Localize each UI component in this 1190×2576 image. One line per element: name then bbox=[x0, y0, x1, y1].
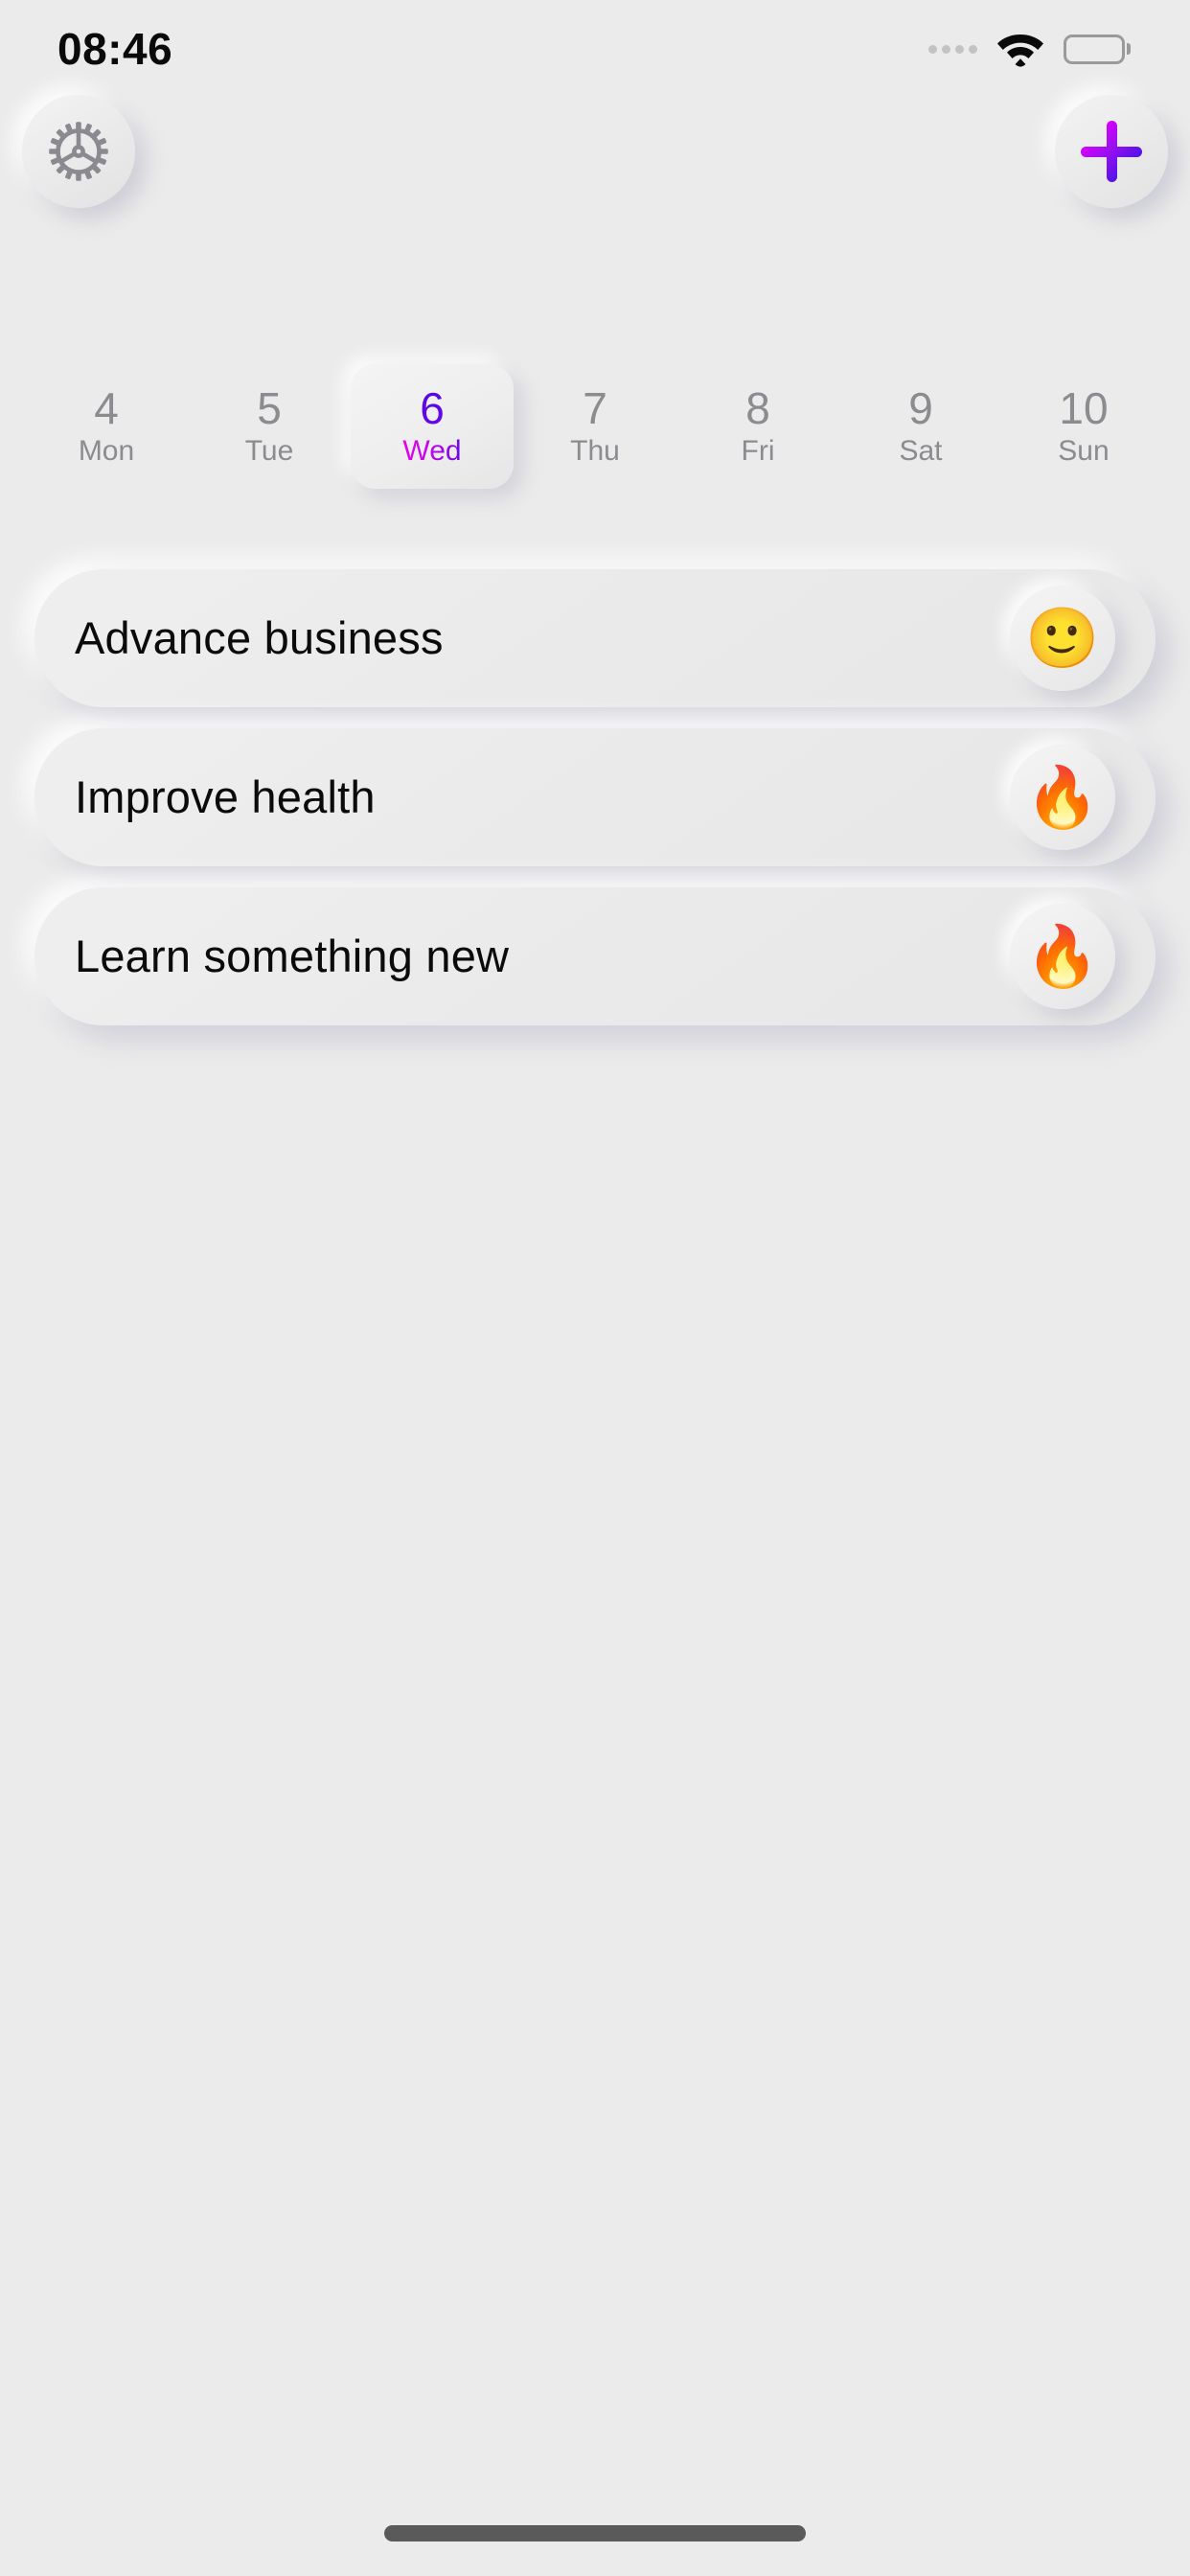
habit-title: Advance business bbox=[75, 613, 444, 663]
day-cell-wed[interactable]: 6 Wed bbox=[351, 364, 514, 489]
day-cell-tue[interactable]: 5 Tue bbox=[188, 364, 351, 489]
week-day-selector[interactable]: 4 Mon 5 Tue 6 Wed 7 Thu 8 Fri 9 Sat 10 Sun bbox=[0, 364, 1190, 489]
day-cell-mon[interactable]: 4 Mon bbox=[25, 364, 188, 489]
wifi-icon bbox=[996, 31, 1044, 67]
day-number: 6 bbox=[420, 383, 445, 434]
gear-icon bbox=[47, 120, 110, 183]
battery-icon bbox=[1064, 34, 1131, 64]
slightly-smiling-face-icon[interactable]: 🙂 bbox=[1010, 586, 1115, 691]
habit-title: Learn something new bbox=[75, 932, 510, 981]
day-number: 7 bbox=[583, 383, 607, 434]
habit-card[interactable]: Improve health 🔥 bbox=[34, 728, 1156, 866]
day-cell-sat[interactable]: 9 Sat bbox=[839, 364, 1002, 489]
habit-title: Improve health bbox=[75, 772, 376, 822]
status-time: 08:46 bbox=[57, 24, 173, 74]
day-weekday-label: Tue bbox=[244, 435, 294, 468]
app-screen: 08:46 4 Mon 5 Tue 6 Wed 7 Thu 8 Fri 9 Sa… bbox=[0, 0, 1190, 2576]
day-number: 5 bbox=[257, 383, 282, 434]
status-bar: 08:46 bbox=[0, 0, 1190, 92]
day-weekday-label: Sun bbox=[1058, 435, 1110, 468]
add-habit-button[interactable] bbox=[1055, 95, 1168, 208]
day-weekday-label: Thu bbox=[570, 435, 620, 468]
day-cell-fri[interactable]: 8 Fri bbox=[676, 364, 839, 489]
day-cell-thu[interactable]: 7 Thu bbox=[514, 364, 676, 489]
habit-card[interactable]: Advance business 🙂 bbox=[34, 569, 1156, 707]
day-cell-sun[interactable]: 10 Sun bbox=[1002, 364, 1165, 489]
day-weekday-label: Fri bbox=[741, 435, 775, 468]
day-number: 4 bbox=[94, 383, 119, 434]
day-number: 10 bbox=[1059, 383, 1109, 434]
home-indicator[interactable] bbox=[384, 2525, 806, 2542]
settings-button[interactable] bbox=[22, 95, 135, 208]
day-weekday-label: Mon bbox=[78, 435, 135, 468]
plus-icon bbox=[1081, 121, 1142, 182]
habit-card[interactable]: Learn something new 🔥 bbox=[34, 887, 1156, 1025]
day-number: 9 bbox=[908, 383, 933, 434]
day-weekday-label: Sat bbox=[899, 435, 943, 468]
habit-list: Advance business 🙂 Improve health 🔥 Learn so… bbox=[0, 569, 1190, 1025]
fire-icon[interactable]: 🔥 bbox=[1010, 745, 1115, 850]
status-indicators bbox=[928, 25, 1131, 67]
signal-dots-icon bbox=[928, 44, 977, 54]
fire-icon[interactable]: 🔥 bbox=[1010, 904, 1115, 1009]
day-weekday-label: Wed bbox=[402, 435, 462, 468]
day-number: 8 bbox=[745, 383, 770, 434]
header-toolbar bbox=[0, 93, 1190, 218]
